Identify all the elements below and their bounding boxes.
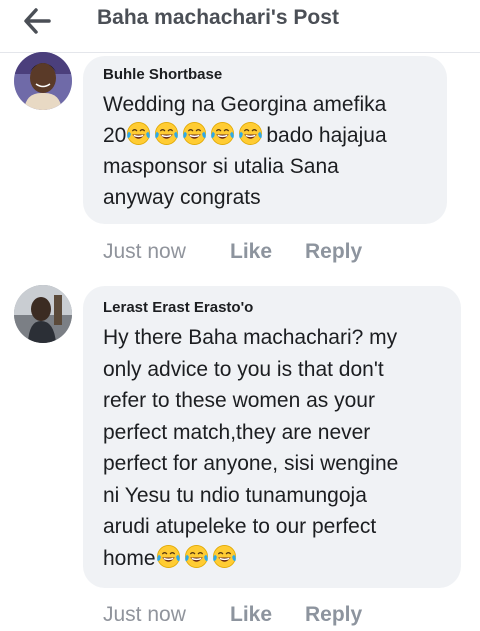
avatar[interactable] — [14, 52, 72, 110]
comment-text-line: only advice to you is that don't — [103, 357, 384, 381]
comment-text-line: arudi atupeleke to our perfect — [103, 515, 377, 538]
like-button[interactable]: Like — [230, 603, 272, 627]
comment-author[interactable]: Buhle Shortbase — [103, 66, 222, 83]
arrow-left-icon[interactable] — [22, 6, 52, 36]
face-with-tears-of-joy-icon — [184, 544, 208, 568]
comment-timestamp: Just now — [103, 240, 186, 263]
comment-text-line: perfect for anyone, sisi wengine — [103, 452, 399, 475]
face-with-tears-of-joy-icon — [183, 122, 207, 145]
comment-text-line: Hy there Baha machachari? my — [103, 326, 398, 349]
avatar[interactable] — [14, 285, 72, 343]
face-with-tears-of-joy-icon — [127, 122, 151, 145]
comment-timestamp: Just now — [103, 603, 186, 626]
comment-bubble: Lerast Erast Erasto'o Hy there Baha mach… — [83, 286, 461, 588]
like-button[interactable]: Like — [230, 240, 272, 264]
comment-text-fragment: 20 — [103, 124, 127, 147]
post-header: Baha machachari's Post — [0, 0, 480, 53]
comment-text-fragment: home — [103, 546, 156, 570]
reply-button[interactable]: Reply — [305, 240, 362, 264]
comment-text-line: anyway congrats — [103, 186, 261, 209]
comment-text-fragment: bado hajajua — [266, 124, 387, 147]
face-with-tears-of-joy-icon — [156, 544, 180, 568]
comment-bubble: Buhle Shortbase Wedding na Georgina amef… — [83, 56, 447, 224]
page-title: Baha machachari's Post — [97, 6, 339, 29]
comment-text-line: perfect match,they are never — [103, 420, 371, 444]
comment-text-line: refer to these women as your — [103, 389, 375, 412]
face-with-tears-of-joy-icon — [155, 122, 179, 145]
comment-text-line: Wedding na Georgina amefika — [103, 93, 387, 116]
reply-button[interactable]: Reply — [305, 603, 362, 627]
comment-text-line: home — [103, 543, 240, 575]
comment-text-line: 20 bado hajajua — [103, 120, 387, 152]
face-with-tears-of-joy-icon — [212, 544, 236, 568]
face-with-tears-of-joy-icon — [211, 122, 235, 145]
face-with-tears-of-joy-icon — [239, 122, 263, 145]
comment-author[interactable]: Lerast Erast Erasto'o — [103, 299, 253, 316]
comment-text-line: ni Yesu tu ndio tunamungoja — [103, 483, 367, 507]
comment-text-line: masponsor si utalia Sana — [103, 155, 339, 178]
